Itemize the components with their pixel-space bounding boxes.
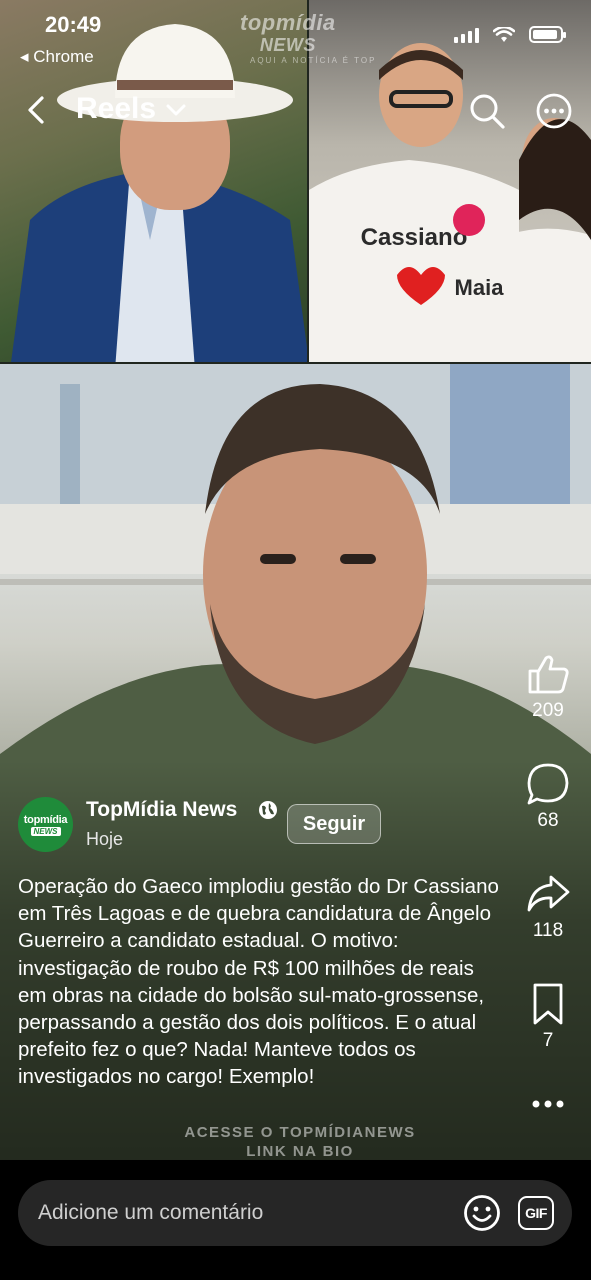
search-icon[interactable] (468, 92, 506, 130)
comment-placeholder[interactable]: Adicione um comentário (38, 1201, 263, 1225)
status-time: 20:49 (45, 12, 102, 37)
save-action[interactable]: 7 (520, 982, 576, 1052)
page-title[interactable]: Reels (76, 92, 156, 126)
video-panel-right: Cassiano Maia (309, 0, 591, 362)
avatar-line2: NEWS (30, 826, 61, 836)
post-time: Hoje (86, 829, 124, 849)
comment-count: 68 (537, 810, 559, 831)
watermark-line1: topmídia (240, 10, 336, 35)
ellipsis-icon[interactable] (526, 1094, 570, 1114)
signal-icon (454, 27, 479, 43)
more-options-icon[interactable] (535, 92, 573, 130)
like-count: 209 (532, 700, 564, 721)
comment-bubble-icon[interactable] (526, 762, 570, 806)
back-chevron-icon[interactable] (22, 92, 52, 128)
comment-action[interactable]: 68 (520, 762, 576, 832)
share-arrow-icon[interactable] (526, 872, 570, 916)
save-count: 7 (542, 1030, 554, 1051)
overlay-line2: LINK NA BIO (246, 1143, 354, 1160)
emoji-icon[interactable] (463, 1194, 501, 1232)
watermark-tagline: AQUI A NOTÍCIA É TOP (250, 56, 377, 65)
avatar-line1: topmídia (23, 813, 68, 826)
chevron-down-icon[interactable] (164, 100, 188, 120)
bookmark-icon[interactable] (526, 982, 570, 1026)
like-action[interactable]: 209 (520, 652, 576, 722)
back-to-app-link[interactable]: ◂ Chrome (20, 47, 94, 67)
svg-text:Maia: Maia (455, 275, 505, 300)
thumbs-up-icon[interactable] (526, 652, 570, 696)
share-action[interactable]: 118 (520, 872, 576, 942)
status-icons (454, 26, 566, 43)
wifi-icon (493, 26, 515, 42)
options-action[interactable] (520, 1094, 576, 1114)
watermark-line2: NEWS (259, 35, 316, 55)
author-avatar[interactable]: topmídia NEWS (18, 797, 73, 852)
reel-caption[interactable]: Operação do Gaeco implodiu gestão do Dr … (18, 873, 508, 1091)
globe-icon (259, 801, 277, 819)
video-overlay-text: ACESSE O TOPMÍDIANEWS LINK NA BIO (150, 1123, 450, 1161)
svg-text:Cassiano: Cassiano (361, 224, 468, 251)
overlay-line1: ACESSE O TOPMÍDIANEWS (184, 1124, 416, 1141)
author-name[interactable]: TopMídia News (86, 798, 237, 822)
watermark-logo: topmídia NEWS (240, 12, 336, 56)
gif-button[interactable]: GIF (518, 1196, 554, 1230)
campaign-shirt-figures: Cassiano Maia (309, 43, 591, 362)
share-count: 118 (532, 920, 564, 941)
follow-button[interactable]: Seguir (287, 804, 381, 844)
battery-icon (529, 26, 566, 43)
